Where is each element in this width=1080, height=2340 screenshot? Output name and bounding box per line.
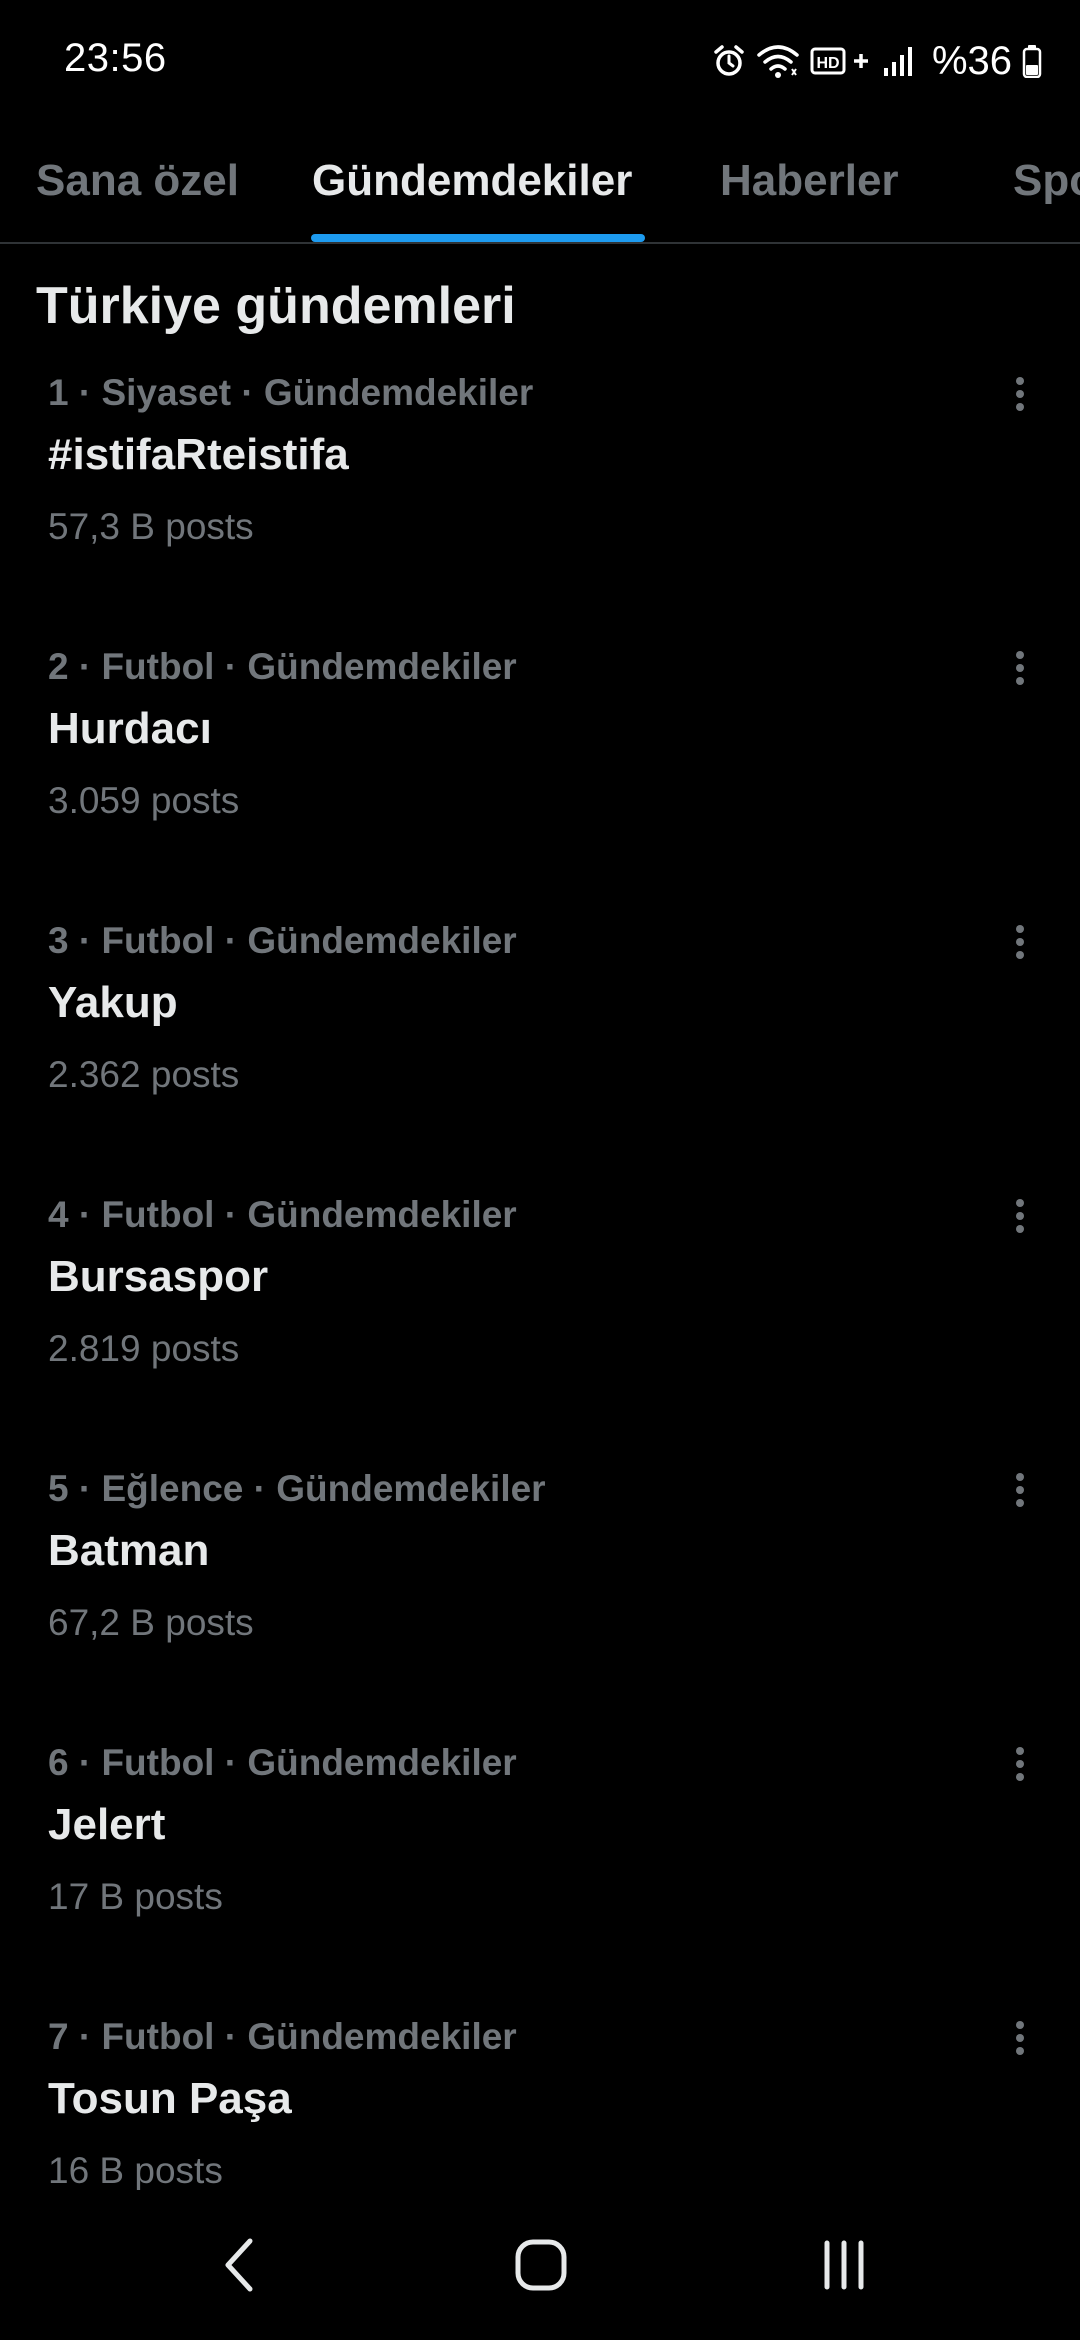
more-options-button[interactable]: [996, 1186, 1044, 1246]
battery-percentage: %36: [931, 38, 1012, 83]
status-icons: HD %36: [712, 36, 1042, 86]
battery-icon: [1022, 44, 1042, 78]
back-button[interactable]: [195, 2220, 285, 2310]
trend-post-count: 16 B posts: [48, 2150, 223, 2191]
trend-item[interactable]: 6 · Futbol · Gündemdekiler Jelert 17 B p…: [0, 1730, 1080, 2004]
home-button[interactable]: [496, 2220, 586, 2310]
trend-name: Hurdacı: [48, 704, 212, 753]
trend-item[interactable]: 1 · Siyaset · Gündemdekiler #istifaRteis…: [0, 360, 1080, 634]
trend-item[interactable]: 5 · Eğlence · Gündemdekiler Batman 67,2 …: [0, 1456, 1080, 1730]
trend-name: Batman: [48, 1526, 210, 1575]
trend-item[interactable]: 3 · Futbol · Gündemdekiler Yakup 2.362 p…: [0, 908, 1080, 1182]
trend-name: Bursaspor: [48, 1252, 269, 1301]
alarm-icon: [712, 44, 746, 78]
more-vertical-icon: [1016, 2021, 1024, 2055]
volte-icon: HD: [810, 44, 872, 78]
recents-button[interactable]: [799, 2220, 889, 2310]
more-vertical-icon: [1016, 925, 1024, 959]
more-options-button[interactable]: [996, 1460, 1044, 1520]
tab-sports[interactable]: Spor: [1013, 120, 1080, 242]
trend-post-count: 17 B posts: [48, 1876, 223, 1917]
more-options-button[interactable]: [996, 2008, 1044, 2068]
more-vertical-icon: [1016, 651, 1024, 685]
status-time: 23:56: [64, 36, 167, 80]
trend-name: Jelert: [48, 1800, 166, 1849]
status-bar: 23:56 HD %36: [0, 0, 1080, 120]
tab-trending[interactable]: Gündemdekiler: [312, 120, 632, 242]
wifi-icon: [756, 43, 800, 79]
trend-meta: 6 · Futbol · Gündemdekiler: [48, 1742, 517, 1783]
system-nav-bar: [0, 2190, 1080, 2340]
trend-name: Tosun Paşa: [48, 2074, 292, 2123]
more-vertical-icon: [1016, 1199, 1024, 1233]
home-icon: [515, 2239, 567, 2291]
more-options-button[interactable]: [996, 1734, 1044, 1794]
svg-text:HD: HD: [816, 55, 839, 72]
trend-meta: 7 · Futbol · Gündemdekiler: [48, 2016, 517, 2057]
tab-for-you[interactable]: Sana özel: [36, 120, 239, 242]
more-options-button[interactable]: [996, 364, 1044, 424]
more-vertical-icon: [1016, 1473, 1024, 1507]
trend-post-count: 2.819 posts: [48, 1328, 240, 1369]
trend-item[interactable]: 2 · Futbol · Gündemdekiler Hurdacı 3.059…: [0, 634, 1080, 908]
recents-icon: [824, 2240, 864, 2290]
tab-news[interactable]: Haberler: [720, 120, 899, 242]
active-tab-indicator: [311, 234, 645, 242]
more-options-button[interactable]: [996, 912, 1044, 972]
more-options-button[interactable]: [996, 638, 1044, 698]
more-vertical-icon: [1016, 377, 1024, 411]
section-title: Türkiye gündemleri: [36, 277, 516, 335]
more-vertical-icon: [1016, 1747, 1024, 1781]
trend-name: Yakup: [48, 978, 178, 1027]
signal-icon: [882, 44, 916, 78]
trend-list: 1 · Siyaset · Gündemdekiler #istifaRteis…: [0, 360, 1080, 2278]
trend-meta: 4 · Futbol · Gündemdekiler: [48, 1194, 517, 1235]
trend-post-count: 57,3 B posts: [48, 506, 254, 547]
trend-item[interactable]: 4 · Futbol · Gündemdekiler Bursaspor 2.8…: [0, 1182, 1080, 1456]
back-icon: [225, 2238, 253, 2292]
screen: 23:56 HD %36 Sana özel Gündemdekiler Hab…: [0, 0, 1080, 2340]
trend-meta: 1 · Siyaset · Gündemdekiler: [48, 372, 534, 413]
trend-meta: 5 · Eğlence · Gündemdekiler: [48, 1468, 546, 1509]
trend-name: #istifaRteistifa: [48, 430, 349, 479]
tab-bar: Sana özel Gündemdekiler Haberler Spor: [0, 120, 1080, 244]
trend-meta: 2 · Futbol · Gündemdekiler: [48, 646, 517, 687]
trend-post-count: 2.362 posts: [48, 1054, 240, 1095]
trend-meta: 3 · Futbol · Gündemdekiler: [48, 920, 517, 961]
trend-post-count: 3.059 posts: [48, 780, 240, 821]
trend-post-count: 67,2 B posts: [48, 1602, 254, 1643]
